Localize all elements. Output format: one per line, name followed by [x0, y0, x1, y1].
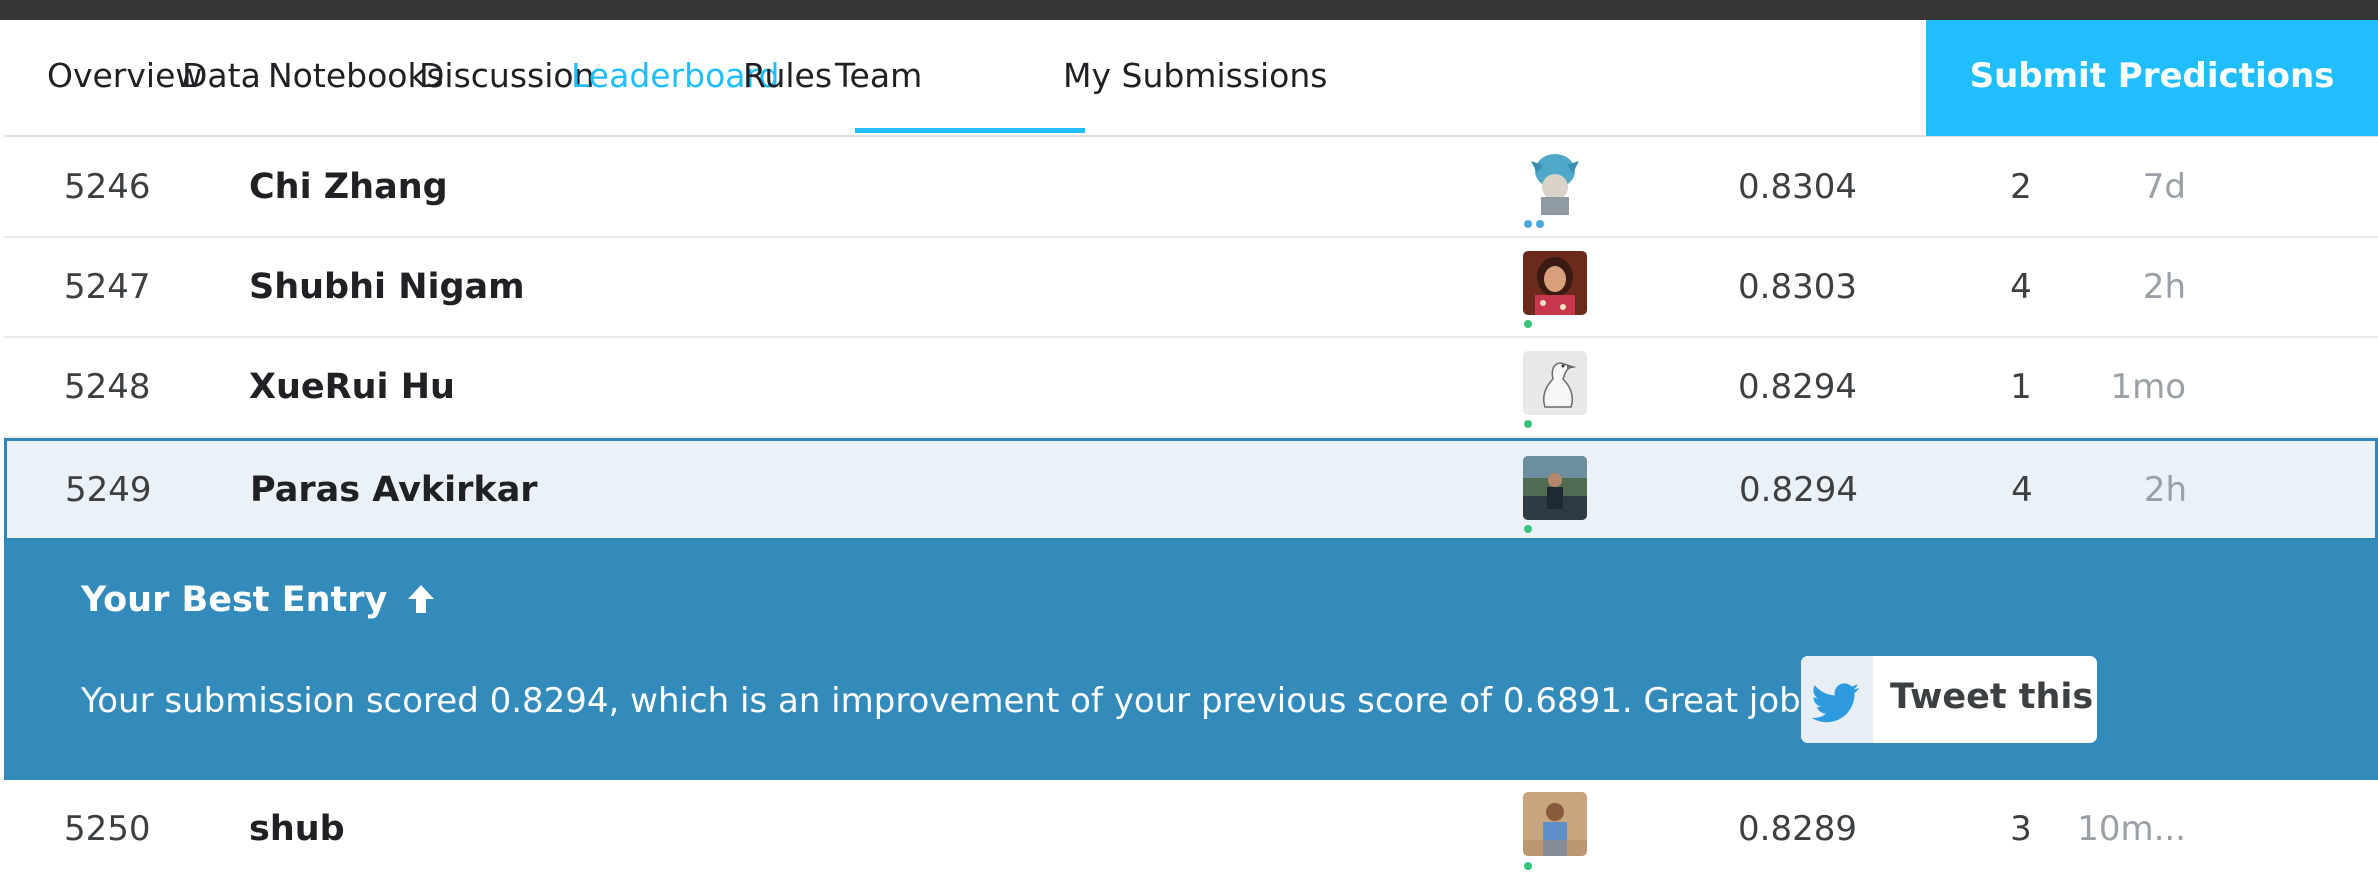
- tab-discussion[interactable]: Discussion: [419, 20, 595, 137]
- man-shirt-photo-avatar[interactable]: [1523, 792, 1587, 856]
- team-name[interactable]: Paras Avkirkar: [250, 441, 538, 539]
- tweet-button-label: Tweet this!: [1890, 677, 2097, 717]
- rank: 5246: [64, 167, 151, 207]
- team-name[interactable]: Chi Zhang: [249, 138, 448, 236]
- last-submission: 1mo: [2110, 367, 2186, 407]
- my-leaderboard-row[interactable]: 5249 Paras Avkirkar 0.8294 4 2h: [4, 438, 2378, 541]
- online-status-dot: [1524, 525, 1532, 533]
- entries-count: 4: [2011, 470, 2033, 510]
- rank: 5247: [64, 267, 151, 307]
- browser-top-bar: [0, 0, 2378, 20]
- active-tab-indicator: [855, 128, 1085, 133]
- entries-count: 2: [2010, 167, 2032, 207]
- last-submission: 2h: [2143, 470, 2187, 510]
- leaderboard-row[interactable]: 5250 shub 0.8289 3 10m...: [4, 780, 2378, 870]
- team-name[interactable]: Shubhi Nigam: [249, 238, 525, 336]
- rank: 5248: [64, 367, 151, 407]
- team-name[interactable]: shub: [249, 780, 345, 878]
- goose-sketch-avatar[interactable]: [1523, 351, 1587, 415]
- score: 0.8294: [1738, 367, 1857, 407]
- best-entry-heading: Your Best Entry: [81, 580, 436, 620]
- score: 0.8304: [1738, 167, 1857, 207]
- anime-character-avatar[interactable]: [1523, 151, 1587, 215]
- tab-data[interactable]: Data: [182, 20, 261, 137]
- team-name[interactable]: XueRui Hu: [249, 338, 455, 436]
- person-outdoor-photo-avatar[interactable]: [1523, 456, 1587, 520]
- arrow-up-icon: [407, 585, 434, 613]
- best-entry-panel: Your Best Entry Your submission scored 0…: [4, 540, 2378, 780]
- rank: 5250: [64, 809, 151, 849]
- entries-count: 3: [2010, 809, 2032, 849]
- submit-predictions-button[interactable]: Submit Predictions: [1926, 20, 2378, 136]
- woman-photo-avatar[interactable]: [1523, 251, 1587, 315]
- status-dot: [1524, 220, 1532, 228]
- score: 0.8294: [1739, 470, 1858, 510]
- leaderboard-row[interactable]: 5246 Chi Zhang 0.8304 2 7d: [4, 138, 2378, 238]
- last-submission: 7d: [2142, 167, 2186, 207]
- best-entry-title: Your Best Entry: [81, 580, 388, 620]
- online-status-dot: [1524, 420, 1532, 428]
- entries-count: 1: [2010, 367, 2032, 407]
- my-submissions-link[interactable]: My Submissions: [1063, 20, 1327, 137]
- last-submission: 10m...: [2077, 809, 2186, 849]
- status-dot: [1536, 220, 1544, 228]
- online-status-dot: [1524, 862, 1532, 870]
- score: 0.8289: [1738, 809, 1857, 849]
- online-status-dot: [1524, 320, 1532, 328]
- entries-count: 4: [2010, 267, 2032, 307]
- tab-rules[interactable]: Rules: [743, 20, 832, 137]
- tweet-button[interactable]: Tweet this!: [1801, 656, 2097, 743]
- tab-overview[interactable]: Overview: [47, 20, 202, 137]
- best-entry-message: Your submission scored 0.8294, which is …: [81, 681, 1815, 721]
- rank: 5249: [65, 470, 152, 510]
- tab-team[interactable]: Team: [835, 20, 922, 137]
- score: 0.8303: [1738, 267, 1857, 307]
- leaderboard-row[interactable]: 5247 Shubhi Nigam 0.8303 4 2h: [4, 238, 2378, 338]
- last-submission: 2h: [2142, 267, 2186, 307]
- tab-notebooks[interactable]: Notebooks: [268, 20, 444, 137]
- leaderboard-row[interactable]: 5248 XueRui Hu 0.8294 1 1mo: [4, 338, 2378, 438]
- twitter-icon: [1801, 656, 1873, 743]
